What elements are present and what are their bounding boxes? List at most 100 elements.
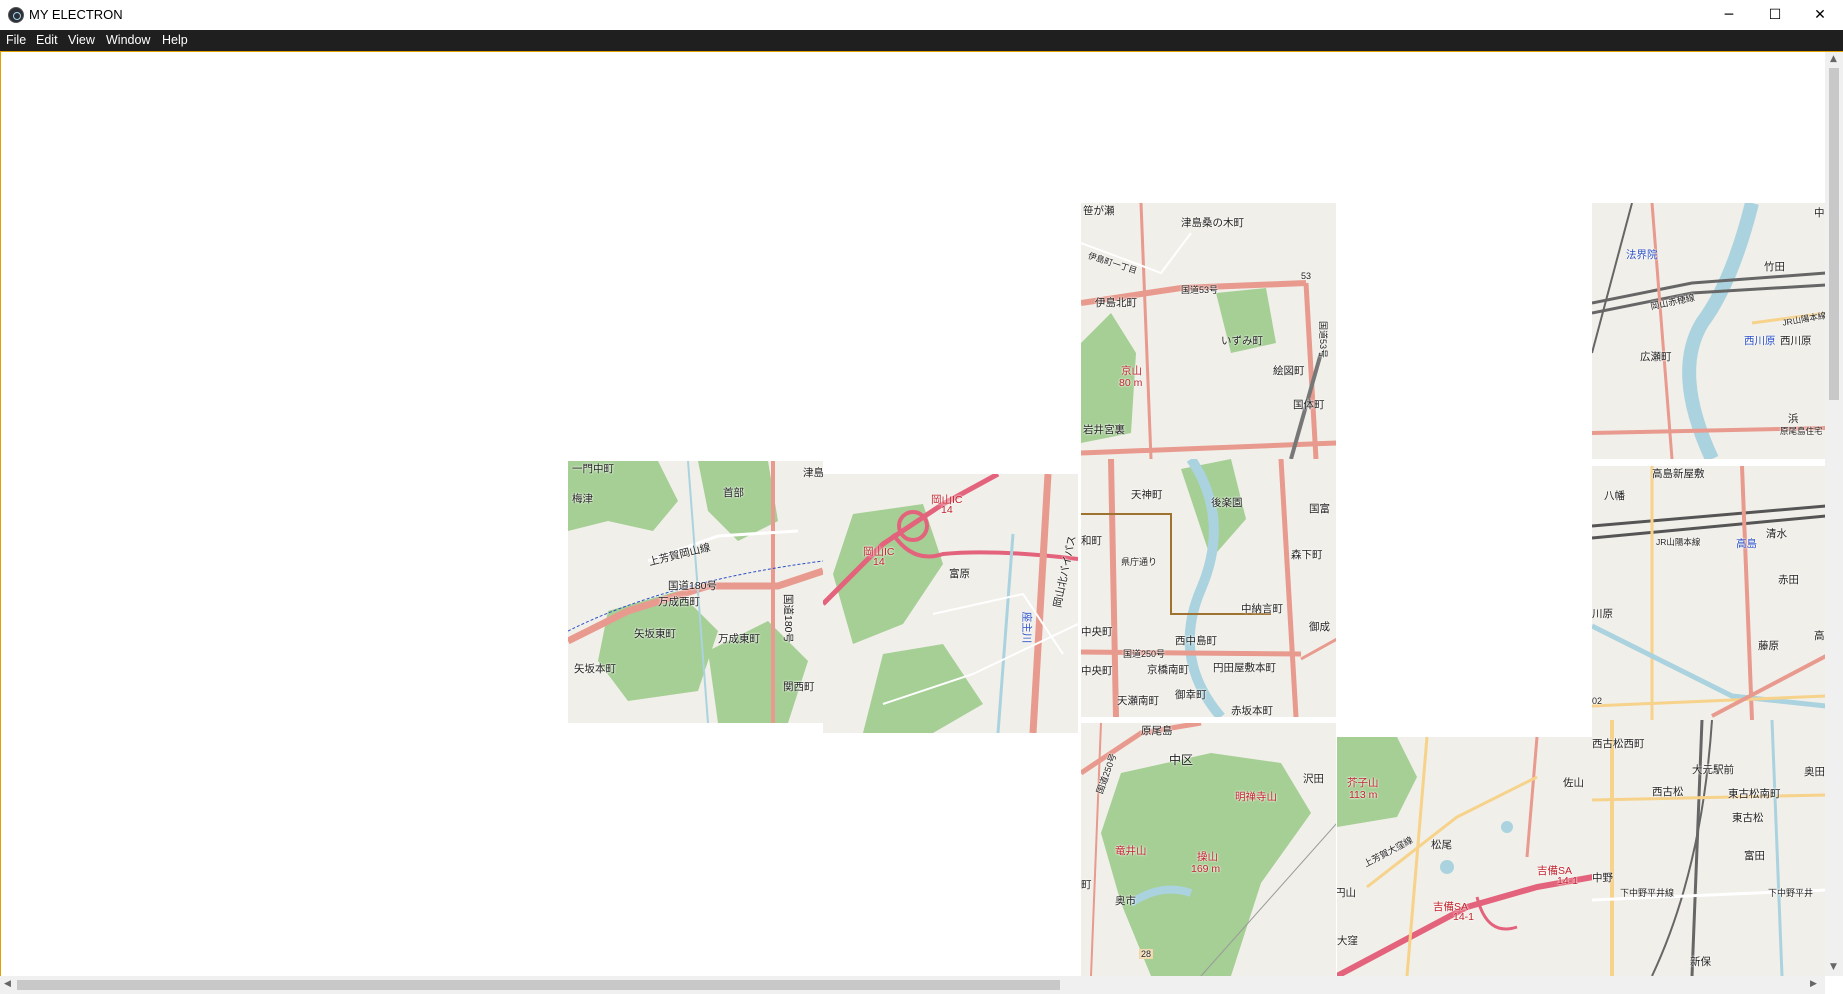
minimize-button[interactable]: ─ bbox=[1706, 0, 1752, 30]
map-label: 梅津 bbox=[572, 493, 593, 505]
map-tile-takashima[interactable]: 高島新屋敷 八幡 清水 高島 JR山陽本線 赤田 川原 藤原 高 02 bbox=[1592, 466, 1826, 720]
map-label: 和町 bbox=[1081, 535, 1102, 547]
map-label: 町 bbox=[1081, 879, 1092, 891]
peak-elevation: 80 m bbox=[1119, 377, 1143, 389]
map-label: 中野 bbox=[1592, 872, 1613, 884]
maximize-button[interactable]: ☐ bbox=[1752, 0, 1798, 30]
map-label: 国道53号 bbox=[1181, 285, 1219, 295]
map-label: 西中島町 bbox=[1175, 635, 1217, 647]
map-label: 中央町 bbox=[1081, 665, 1113, 677]
map-label: 大元駅前 bbox=[1692, 764, 1734, 776]
scroll-down-arrow-icon[interactable]: ▼ bbox=[1830, 962, 1837, 972]
scroll-right-arrow-icon[interactable]: ▶ bbox=[1810, 979, 1817, 989]
map-label: 沢田 bbox=[1303, 773, 1324, 785]
map-label: 広瀬町 bbox=[1640, 351, 1672, 363]
district-label: 中区 bbox=[1169, 753, 1194, 767]
map-label: 御幸町 bbox=[1175, 689, 1207, 701]
map-label: 佐山 bbox=[1563, 777, 1584, 789]
map-label: 御成 bbox=[1309, 621, 1330, 633]
route-shield: 28 bbox=[1139, 949, 1154, 959]
map-label: 万成西町 bbox=[658, 596, 700, 608]
interchange-number: 14 bbox=[941, 504, 953, 516]
map-tile-misaoyama[interactable]: 原尾島 中区 国道250号 沢田 明禅寺山 竜井山 操山 169 m 奥市 町 … bbox=[1081, 723, 1336, 976]
map-label: 県庁通り bbox=[1121, 557, 1158, 567]
horizontal-scrollbar[interactable]: ◀ ▶ bbox=[0, 976, 1825, 994]
map-tile-nishigawara[interactable]: 法界院 竹田 岡山赤穂線 西川原 西川原 広瀬町 浜 原尾島住宅 JR山陽本線 … bbox=[1592, 203, 1826, 459]
map-label: 竹田 bbox=[1764, 261, 1785, 273]
map-label: 森下町 bbox=[1291, 549, 1323, 561]
map-label: 笹が瀬 bbox=[1083, 205, 1115, 217]
map-label: 東古松 bbox=[1732, 812, 1764, 824]
map-label: 矢坂東町 bbox=[634, 628, 676, 640]
map-label: 浜 bbox=[1788, 413, 1799, 425]
scroll-up-arrow-icon[interactable]: ▲ bbox=[1830, 54, 1837, 64]
map-label: 津島桑の木町 bbox=[1181, 217, 1244, 229]
map-label: いずみ町 bbox=[1221, 335, 1263, 347]
menu-edit[interactable]: Edit bbox=[36, 33, 58, 47]
map-label: 02 bbox=[1592, 696, 1603, 706]
map-tile-northwest[interactable]: 一門中町 梅津 首部 津島 上芳賀岡山線 国道180号 万成西町 矢坂東町 万成… bbox=[568, 461, 823, 723]
close-button[interactable]: ✕ bbox=[1797, 0, 1843, 30]
menu-window[interactable]: Window bbox=[106, 33, 150, 47]
map-label: 中央町 bbox=[1081, 626, 1113, 638]
map-label: 奥市 bbox=[1115, 895, 1136, 907]
map-label: 京橋南町 bbox=[1147, 664, 1189, 676]
peak-label: 芥子山 bbox=[1347, 777, 1379, 789]
peak-elevation: 113 m bbox=[1349, 789, 1378, 801]
map-label: 関西町 bbox=[783, 681, 815, 693]
map-tile-kibi-sa[interactable]: 芥子山 113 m 佐山 松尾 上芳賀大窪線 円山 大窪 吉備SA 14-1 吉… bbox=[1337, 737, 1592, 976]
map-label: 円田屋敷本町 bbox=[1213, 662, 1276, 674]
service-area-number: 14-1 bbox=[1453, 911, 1475, 923]
map-label: 松尾 bbox=[1431, 839, 1452, 851]
map-label: 大窪 bbox=[1337, 935, 1358, 947]
service-area-number: 14-1 bbox=[1557, 875, 1579, 887]
menu-help[interactable]: Help bbox=[162, 33, 188, 47]
map-label: 東古松南町 bbox=[1728, 788, 1781, 800]
map-label: 矢坂本町 bbox=[574, 663, 616, 675]
title-bar: MY ELECTRON ─ ☐ ✕ bbox=[0, 0, 1843, 30]
horizontal-scroll-thumb[interactable] bbox=[17, 980, 1060, 990]
window-title: MY ELECTRON bbox=[29, 7, 123, 22]
map-tile-tsushima[interactable]: 笹が瀬 津島桑の木町 伊島町一丁目 国道53号 53 伊島北町 いずみ町 京山 … bbox=[1081, 203, 1336, 459]
map-tile-okayama-ic[interactable]: 岡山IC 14 岡山IC 14 富原 岡山北バイパス 座主川 bbox=[823, 474, 1078, 733]
map-label: 首部 bbox=[723, 487, 744, 499]
map-label: 国道250号 bbox=[1123, 649, 1166, 659]
map-label: 原尾島 bbox=[1141, 725, 1173, 737]
map-label: 新保 bbox=[1690, 956, 1711, 968]
river-label: 座主川 bbox=[1020, 611, 1033, 644]
map-label: 富田 bbox=[1744, 850, 1765, 862]
map-label: 赤坂本町 bbox=[1231, 705, 1273, 717]
map-label: 国道180号 bbox=[782, 593, 795, 644]
map-label: 赤田 bbox=[1778, 574, 1799, 586]
map-label: 岩井宮裏 bbox=[1083, 424, 1125, 436]
map-label: 津島 bbox=[803, 467, 823, 479]
map-label: 西古松 bbox=[1652, 786, 1684, 798]
map-label: 中 bbox=[1814, 207, 1825, 219]
map-label: 天神町 bbox=[1131, 489, 1163, 501]
peak-label: 竜井山 bbox=[1115, 845, 1147, 857]
peak-label: 明禅寺山 bbox=[1235, 791, 1277, 803]
map-label: 天瀬南町 bbox=[1117, 695, 1159, 707]
map-tile-saidaiji[interactable]: 西古松西町 大元駅前 奥田 西古松 東古松南町 東古松 富田 中野 下中野平井線… bbox=[1592, 720, 1826, 976]
map-label: 原尾島住宅 bbox=[1780, 426, 1823, 436]
map-label: 清水 bbox=[1766, 528, 1787, 540]
map-label: 富原 bbox=[949, 568, 970, 580]
map-label: JR山陽本線 bbox=[1656, 537, 1701, 547]
map-label: 下中野平井 bbox=[1768, 888, 1814, 898]
vertical-scrollbar[interactable]: ▲ ▼ bbox=[1825, 52, 1843, 976]
map-label: 中納言町 bbox=[1241, 603, 1283, 615]
map-label: 国道53号 bbox=[1318, 320, 1329, 359]
map-viewport[interactable]: 一門中町 梅津 首部 津島 上芳賀岡山線 国道180号 万成西町 矢坂東町 万成… bbox=[0, 52, 1843, 976]
station-label: 西川原 bbox=[1744, 335, 1776, 347]
menu-file[interactable]: File bbox=[6, 33, 26, 47]
vertical-scroll-thumb[interactable] bbox=[1829, 68, 1839, 400]
map-label: 伊島北町 bbox=[1095, 297, 1137, 309]
peak-label: 京山 bbox=[1121, 365, 1142, 377]
map-label: 高島新屋敷 bbox=[1652, 468, 1705, 480]
map-label: 西川原 bbox=[1780, 335, 1812, 347]
scroll-left-arrow-icon[interactable]: ◀ bbox=[4, 979, 11, 989]
map-tile-korakuen[interactable]: 天神町 後楽園 国富 和町 県庁通り 森下町 中納言町 御成 中央町 西中島町 … bbox=[1081, 459, 1336, 717]
map-label: 国道180号 bbox=[668, 580, 718, 592]
menu-view[interactable]: View bbox=[68, 33, 95, 47]
map-label: 高 bbox=[1814, 630, 1825, 642]
